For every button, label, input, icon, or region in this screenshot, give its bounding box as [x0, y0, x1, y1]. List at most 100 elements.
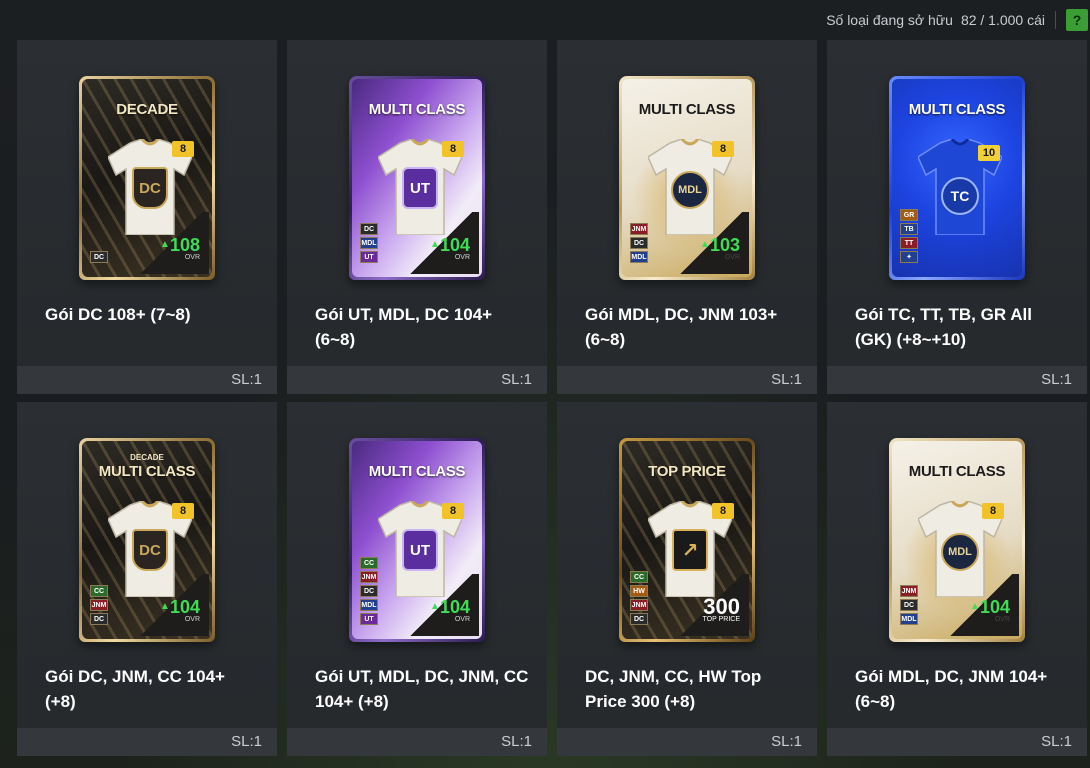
pack-name: Gói UT, MDL, DC, JNM, CC 104+ (+8): [315, 667, 529, 711]
pack-quantity: SL:1: [231, 733, 262, 750]
up-arrow-icon: ▲: [970, 601, 980, 612]
card-art: DECADE MULTI CLASS DC 8 CC JNM DC ▲104 OVR: [82, 441, 212, 639]
position-tag: MDL: [630, 251, 648, 263]
pack-tile[interactable]: MULTI CLASS TC 10 GR TB TT ✦ Gói TC, TT, TB…: [827, 40, 1087, 394]
pack-card-image: TOP PRICE ↗ 8 CC HW JNM DC 300 TOP PRICE: [619, 438, 755, 642]
position-tag-list: CC HW JNM DC: [630, 571, 648, 625]
position-tag: CC: [360, 557, 378, 569]
ovr-value: ▲103: [700, 236, 740, 254]
ovr-display: 300 TOP PRICE: [702, 596, 740, 624]
position-tag: DC: [90, 251, 108, 263]
position-tag-list: JNM DC MDL: [900, 585, 918, 625]
card-art: DECADE DC 8 DC ▲108 OVR: [82, 79, 212, 277]
position-tag: JNM: [630, 223, 648, 235]
ovr-label: OVR: [184, 254, 200, 261]
pack-name: Gói DC, JNM, CC 104+ (+8): [45, 667, 225, 711]
position-tag: ✦: [900, 251, 918, 263]
card-art: MULTI CLASS UT 8 CC JNM DC MDL UT ▲104 OVR: [352, 441, 482, 639]
pack-tile[interactable]: DECADE DC 8 DC ▲108 OVR Gói DC 108+ (7~8…: [17, 40, 277, 394]
position-tag: CC: [90, 585, 108, 597]
up-arrow-icon: ▲: [430, 239, 440, 250]
position-tag-list: JNM DC MDL: [630, 223, 648, 263]
position-tag-list: CC JNM DC MDL UT: [360, 557, 378, 625]
card-title: MULTI CLASS: [908, 463, 1006, 480]
position-tag: GR: [900, 209, 918, 221]
ovr-number: 104: [439, 597, 470, 617]
pack-tile[interactable]: MULTI CLASS UT 8 CC JNM DC MDL UT ▲104 OVR G…: [287, 402, 547, 756]
level-badge: 8: [172, 503, 194, 519]
ovr-number: 108: [169, 235, 200, 255]
position-tag: JNM: [90, 599, 108, 611]
ovr-label: OVR: [454, 254, 470, 261]
ovr-value: 300: [703, 596, 740, 618]
position-tag: JNM: [630, 599, 648, 611]
level-badge: 10: [978, 145, 1000, 161]
ovr-label: OVR: [724, 254, 740, 261]
ovr-value: ▲104: [970, 598, 1010, 616]
card-art: MULTI CLASS UT 8 DC MDL UT ▲104 OVR: [352, 79, 482, 277]
position-tag: JNM: [900, 585, 918, 597]
card-art: MULTI CLASS MDL 8 JNM DC MDL ▲103 OVR: [622, 79, 752, 277]
up-arrow-icon: ▲: [700, 239, 710, 250]
pack-card-image: DECADE DC 8 DC ▲108 OVR: [79, 76, 215, 280]
ovr-number: 104: [169, 597, 200, 617]
club-badge-icon: UT: [402, 529, 438, 571]
up-arrow-icon: ▲: [160, 601, 170, 612]
level-badge: 8: [712, 503, 734, 519]
up-arrow-icon: ▲: [430, 601, 440, 612]
ovr-value: ▲104: [430, 236, 470, 254]
card-title: MULTI CLASS: [368, 101, 466, 118]
card-title: MULTI CLASS: [908, 101, 1006, 118]
card-title: DECADE: [116, 101, 178, 118]
level-badge: 8: [982, 503, 1004, 519]
pack-tile[interactable]: MULTI CLASS UT 8 DC MDL UT ▲104 OVR Gói UT…: [287, 40, 547, 394]
ovr-number: 104: [439, 235, 470, 255]
position-tag: TB: [900, 223, 918, 235]
ovr-value: ▲108: [160, 236, 200, 254]
ovr-label: OVR: [184, 616, 200, 623]
ovr-number: 104: [979, 597, 1010, 617]
card-title: MULTI CLASS: [98, 463, 196, 480]
card-art: MULTI CLASS MDL 8 JNM DC MDL ▲104 OVR: [892, 441, 1022, 639]
pack-card-image: MULTI CLASS UT 8 CC JNM DC MDL UT ▲104 OVR: [349, 438, 485, 642]
position-tag-list: DC MDL UT: [360, 223, 378, 263]
pack-tile[interactable]: DECADE MULTI CLASS DC 8 CC JNM DC ▲104 OVR…: [17, 402, 277, 756]
position-tag: HW: [630, 585, 648, 597]
position-tag: DC: [360, 585, 378, 597]
card-title: MULTI CLASS: [368, 463, 466, 480]
pack-tile[interactable]: TOP PRICE ↗ 8 CC HW JNM DC 300 TOP PRICE DC…: [557, 402, 817, 756]
ovr-display: ▲104 OVR: [970, 598, 1010, 623]
pack-card-image: MULTI CLASS UT 8 DC MDL UT ▲104 OVR: [349, 76, 485, 280]
position-tag: CC: [630, 571, 648, 583]
up-arrow-icon: ▲: [160, 239, 170, 250]
owned-count-bar: Số loại đang sở hữu 82 / 1.000 cái ?: [826, 8, 1088, 32]
club-badge-icon: DC: [132, 167, 168, 209]
pack-name: Gói MDL, DC, JNM 103+ (6~8): [585, 305, 778, 349]
card-art: MULTI CLASS TC 10 GR TB TT ✦: [892, 79, 1022, 277]
ovr-label: OVR: [994, 616, 1010, 623]
position-tag: TT: [900, 237, 918, 249]
ovr-display: ▲104 OVR: [430, 598, 470, 623]
position-tag: DC: [90, 613, 108, 625]
pack-quantity: SL:1: [501, 733, 532, 750]
pack-name: Gói DC 108+ (7~8): [45, 305, 191, 324]
ovr-display: ▲104 OVR: [160, 598, 200, 623]
pack-tile[interactable]: MULTI CLASS MDL 8 JNM DC MDL ▲103 OVR Gói …: [557, 40, 817, 394]
pack-tile[interactable]: MULTI CLASS MDL 8 JNM DC MDL ▲104 OVR Gói …: [827, 402, 1087, 756]
help-button[interactable]: ?: [1066, 9, 1088, 31]
level-badge: 8: [442, 503, 464, 519]
position-tag-list: GR TB TT ✦: [900, 209, 918, 263]
pack-name: Gói UT, MDL, DC 104+ (6~8): [315, 305, 493, 349]
position-tag: DC: [360, 223, 378, 235]
ovr-display: ▲104 OVR: [430, 236, 470, 261]
owned-value: 82 / 1.000 cái: [960, 12, 1045, 28]
club-badge-icon: TC: [941, 177, 979, 215]
pack-quantity: SL:1: [1041, 371, 1072, 388]
ovr-display: ▲108 OVR: [160, 236, 200, 261]
position-tag: UT: [360, 613, 378, 625]
card-subtitle: DECADE: [130, 453, 164, 462]
pack-quantity: SL:1: [1041, 733, 1072, 750]
ovr-label: TOP PRICE: [702, 616, 740, 623]
position-tag: DC: [630, 613, 648, 625]
card-title: MULTI CLASS: [638, 101, 736, 118]
